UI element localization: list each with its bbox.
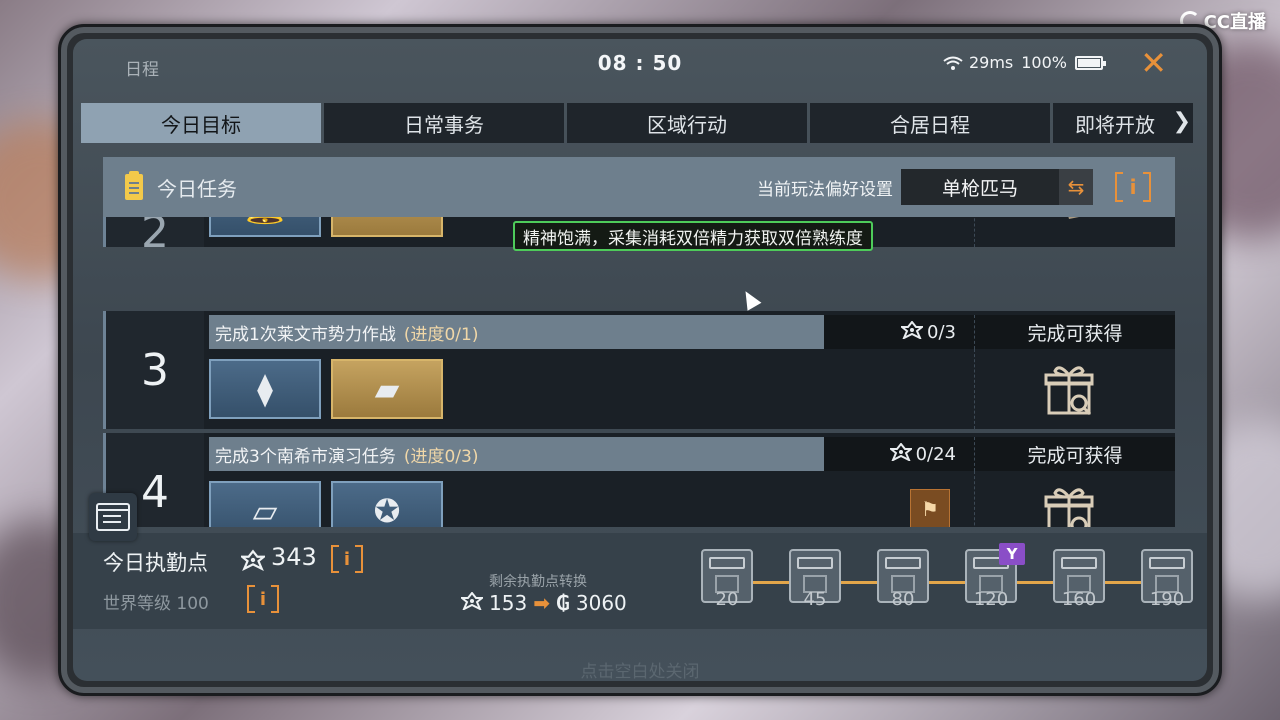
task-title-text: 完成3个南希市演习任务 bbox=[215, 446, 396, 467]
reward-label: 完成可获得 bbox=[974, 437, 1175, 471]
info-icon[interactable]: i bbox=[247, 585, 279, 613]
map-icon: ▱ bbox=[252, 492, 278, 527]
close-icon[interactable]: ✕ bbox=[1140, 47, 1167, 79]
duty-point-icon bbox=[238, 549, 268, 572]
chevron-right-icon[interactable]: ❯ bbox=[1173, 109, 1191, 134]
wifi-icon bbox=[943, 56, 963, 70]
close-hint[interactable]: 点击空白处关闭 bbox=[73, 657, 1207, 681]
convert-row: 153 ➡ ₲ 3060 bbox=[459, 591, 627, 615]
duty-label: 今日执勤点 bbox=[103, 551, 208, 575]
ping-text: 29ms bbox=[968, 53, 1014, 72]
section-title: 今日任务 bbox=[157, 176, 237, 201]
row-divider bbox=[974, 217, 975, 247]
reward-item-gold[interactable]: ▰ bbox=[331, 217, 443, 237]
battery-text: 100% bbox=[1021, 53, 1067, 72]
task-points: 0/24 bbox=[824, 437, 974, 471]
task-list[interactable]: 2 🔔 ▰ 精神饱满，采集消耗双倍精力获取双倍熟练度 3 完成1次莱文市势力作战… bbox=[103, 217, 1175, 527]
task-title: 完成1次莱文市势力作战 (进度0/1) bbox=[209, 315, 824, 349]
info-icon[interactable]: i bbox=[331, 545, 363, 573]
bell-icon: 🔔 bbox=[211, 217, 319, 235]
reward-item-gold[interactable]: ▰ bbox=[331, 359, 443, 419]
schedule-screen: 日程 08 : 50 29ms 100% ✕ 今日目标 日常事务 区域行动 合居… bbox=[73, 39, 1207, 681]
world-level: 世界等级 100 bbox=[103, 594, 209, 614]
flag-icon[interactable]: ⚑ bbox=[910, 489, 950, 527]
tab-bar: 今日目标 日常事务 区域行动 合居日程 即将开放 ❯ bbox=[81, 103, 1193, 143]
tablet-frame: 日程 08 : 50 29ms 100% ✕ 今日目标 日常事务 区域行动 合居… bbox=[58, 24, 1222, 696]
tab-coming-soon-label: 即将开放 bbox=[1075, 112, 1155, 137]
section-header: 今日任务 当前玩法偏好设置 单枪匹马 ⇆ i bbox=[103, 157, 1175, 217]
swap-icon[interactable]: ⇆ bbox=[1059, 169, 1093, 205]
preference-select[interactable]: 单枪匹马 ⇆ bbox=[901, 169, 1093, 205]
task-points-value: 0/3 bbox=[927, 321, 956, 343]
task-number: 2 bbox=[106, 217, 204, 258]
gold-bar-icon: ▰ bbox=[374, 370, 400, 408]
milestone-label: 120 bbox=[973, 589, 1009, 610]
milestone-label: 80 bbox=[891, 589, 915, 610]
preference-label: 当前玩法偏好设置 bbox=[757, 179, 893, 200]
duty-value: 343 bbox=[271, 543, 317, 571]
convert-to: 3060 bbox=[575, 591, 627, 615]
row-divider bbox=[974, 349, 975, 429]
duty-point-icon bbox=[459, 591, 485, 615]
gold-bar-icon: ▰ bbox=[333, 217, 441, 235]
tab-coming-soon[interactable]: 即将开放 ❯ bbox=[1053, 103, 1193, 143]
milestone-label: 160 bbox=[1061, 589, 1097, 610]
tab-cohabit-schedule[interactable]: 合居日程 bbox=[810, 103, 1050, 143]
tab-daily-affairs[interactable]: 日常事务 bbox=[324, 103, 564, 143]
info-icon[interactable]: i bbox=[1115, 172, 1151, 202]
reward-label: 完成可获得 bbox=[974, 315, 1175, 349]
reward-item-badge[interactable]: ✪ bbox=[331, 481, 443, 527]
task-title-text: 完成1次莱文市势力作战 bbox=[215, 324, 396, 345]
gift-icon[interactable] bbox=[1043, 485, 1095, 527]
milestone-badge: Y bbox=[999, 543, 1025, 565]
task-title: 完成3个南希市演习任务 (进度0/3) bbox=[209, 437, 824, 471]
task-row: 3 完成1次莱文市势力作战 (进度0/1) 0/3 完成可获得 ⧫ ▰ bbox=[103, 311, 1175, 429]
calendar-icon[interactable] bbox=[89, 493, 137, 541]
tab-today-goals[interactable]: 今日目标 bbox=[81, 103, 321, 143]
convert-label: 剩余执勤点转换 bbox=[489, 574, 587, 590]
row-divider bbox=[974, 471, 975, 527]
reward-item-map[interactable]: ▱ bbox=[209, 481, 321, 527]
reward-item-bell[interactable]: 🔔 bbox=[209, 217, 321, 237]
footer-panel: 今日执勤点 343 i 世界等级 100 i 剩余执勤点转换 153 ➡ ₲ 3… bbox=[73, 533, 1207, 629]
task-progress: (进度0/1) bbox=[403, 324, 479, 345]
currency-icon: ₲ bbox=[555, 591, 570, 615]
task-points-value: 0/24 bbox=[915, 443, 956, 465]
clipboard-icon bbox=[125, 171, 143, 200]
capacitor-icon: ⧫ bbox=[257, 370, 273, 408]
arrow-right-icon: ➡ bbox=[533, 591, 550, 615]
status-bar: 日程 08 : 50 29ms 100% ✕ bbox=[73, 39, 1207, 91]
claimed-reward-icon[interactable] bbox=[1043, 217, 1095, 225]
buff-tooltip: 精神饱满，采集消耗双倍精力获取双倍熟练度 bbox=[513, 221, 873, 251]
battery-icon bbox=[1075, 55, 1106, 70]
task-progress: (进度0/3) bbox=[403, 446, 479, 467]
status-indicators: 29ms 100% bbox=[943, 53, 1106, 72]
task-row: 4 完成3个南希市演习任务 (进度0/3) 0/24 完成可获得 ▱ ✪ ⚑ bbox=[103, 433, 1175, 527]
convert-from: 153 bbox=[489, 591, 528, 615]
gift-icon[interactable] bbox=[1043, 363, 1095, 417]
milestone-label: 190 bbox=[1149, 589, 1185, 610]
milestone-label: 20 bbox=[715, 589, 739, 610]
milestone-label: 45 bbox=[803, 589, 827, 610]
task-points: 0/3 bbox=[824, 315, 974, 349]
reward-item-capacitor[interactable]: ⧫ bbox=[209, 359, 321, 419]
duty-point-icon bbox=[899, 319, 925, 344]
duty-point-icon bbox=[887, 441, 914, 466]
task-number: 3 bbox=[106, 311, 204, 429]
wing-badge-icon: ✪ bbox=[373, 492, 401, 527]
tab-area-action[interactable]: 区域行动 bbox=[567, 103, 807, 143]
